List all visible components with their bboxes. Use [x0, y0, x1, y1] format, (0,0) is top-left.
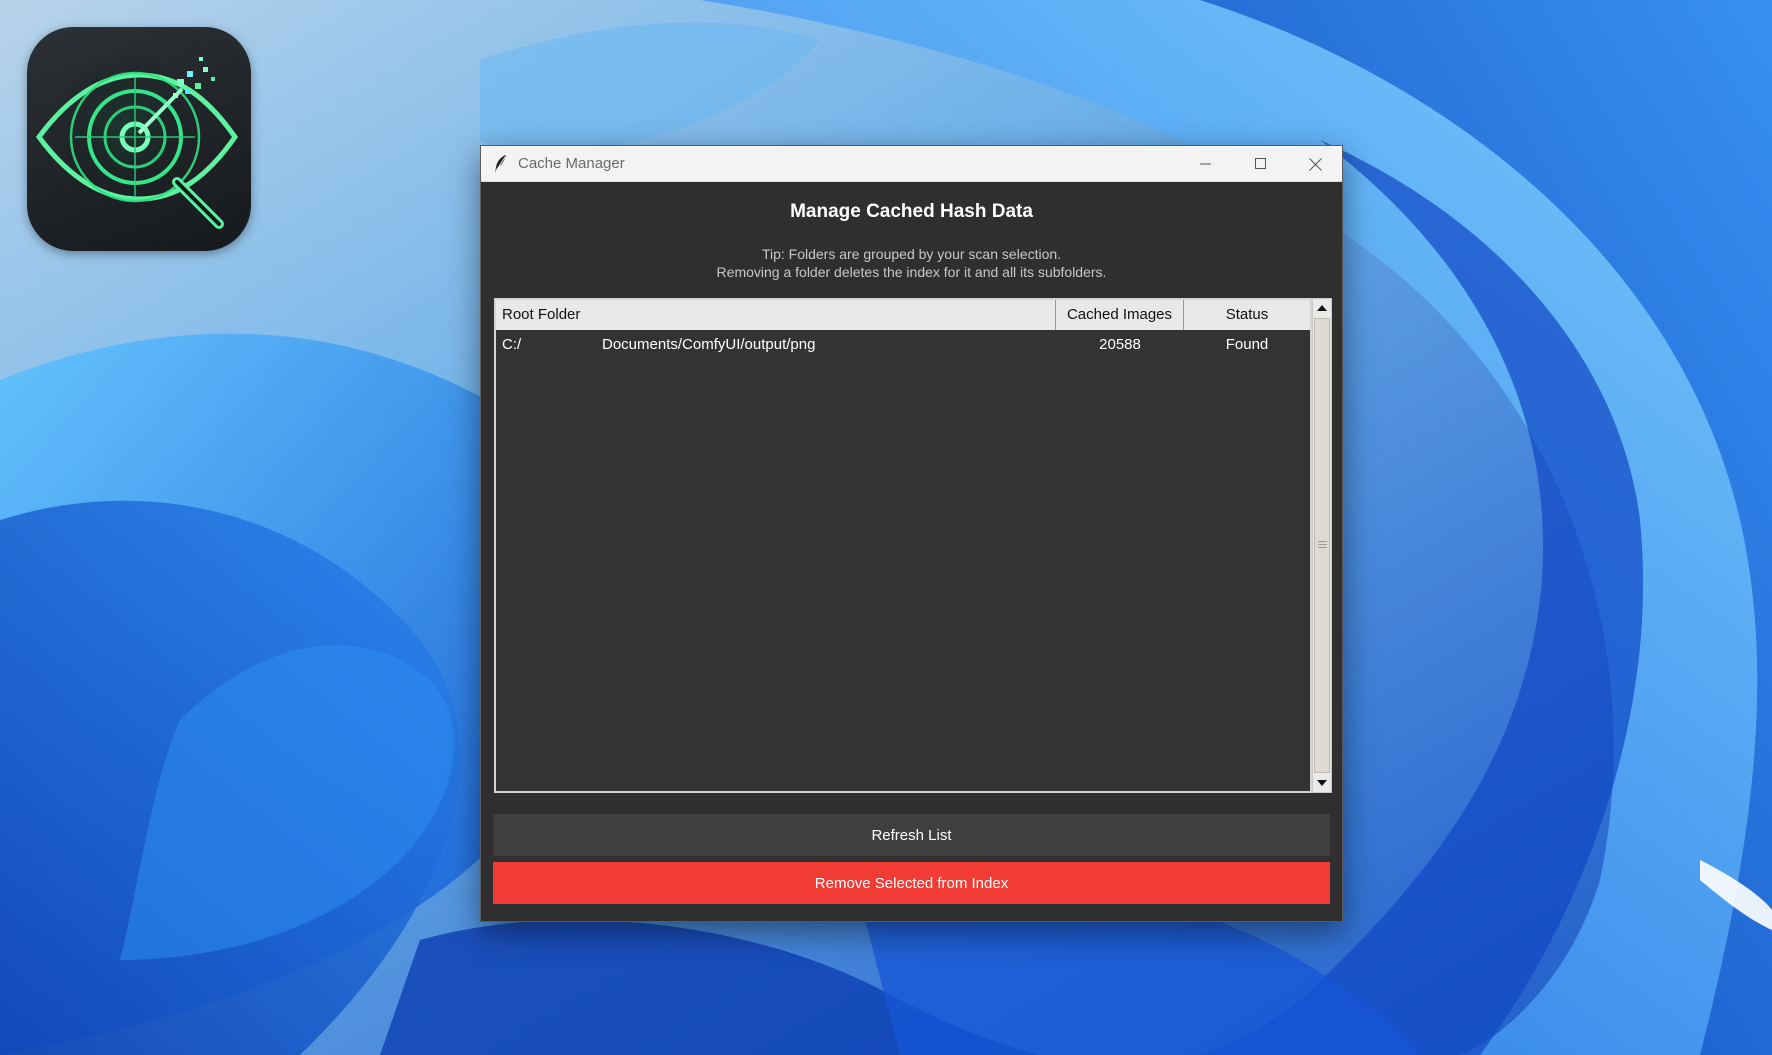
arrow-up-icon — [1317, 305, 1327, 311]
status-value: Found — [1225, 336, 1269, 353]
title-bar[interactable]: Cache Manager — [481, 146, 1342, 182]
refresh-list-button[interactable]: Refresh List — [493, 814, 1330, 856]
cache-folder-table[interactable]: Root Folder Cached Images Status C:/ Doc… — [494, 298, 1312, 793]
column-header-root-folder[interactable]: Root Folder — [496, 300, 1056, 330]
minimize-button[interactable] — [1178, 146, 1233, 182]
scroll-grip-icon — [1318, 541, 1327, 548]
scrollbar-thumb[interactable] — [1314, 318, 1330, 773]
close-icon — [1309, 157, 1322, 171]
minimize-icon — [1199, 163, 1211, 165]
remove-selected-button[interactable]: Remove Selected from Index — [493, 862, 1330, 904]
window-title: Cache Manager — [518, 155, 625, 172]
maximize-icon — [1254, 158, 1266, 169]
app-icon[interactable] — [27, 27, 251, 251]
tip-text-line-2: Removing a folder deletes the index for … — [716, 264, 1107, 280]
tip-text-line-1: Tip: Folders are grouped by your scan se… — [761, 246, 1062, 262]
vertical-scrollbar[interactable] — [1312, 298, 1332, 793]
root-folder-path: Documents/ComfyUI/output/png — [602, 336, 816, 353]
scroll-down-button[interactable] — [1313, 774, 1331, 792]
maximize-button[interactable] — [1233, 146, 1288, 182]
scroll-up-button[interactable] — [1313, 299, 1331, 317]
arrow-down-icon — [1317, 780, 1327, 786]
page-title: Manage Cached Hash Data — [790, 201, 1033, 222]
table-header: Root Folder Cached Images Status — [496, 300, 1310, 330]
column-header-status[interactable]: Status — [1184, 300, 1310, 330]
cached-images-count: 20588 — [1099, 336, 1141, 353]
cache-manager-window: Cache Manager Manage Cached Hash Data Ti… — [480, 145, 1343, 922]
column-header-cached-images[interactable]: Cached Images — [1056, 300, 1184, 330]
close-button[interactable] — [1288, 146, 1343, 182]
root-folder-prefix: C:/ — [502, 336, 522, 353]
radar-eye-magnifier-icon — [35, 55, 239, 229]
feather-icon — [495, 155, 506, 173]
table-row[interactable]: C:/ Documents/ComfyUI/output/png 20588 F… — [496, 330, 1310, 360]
